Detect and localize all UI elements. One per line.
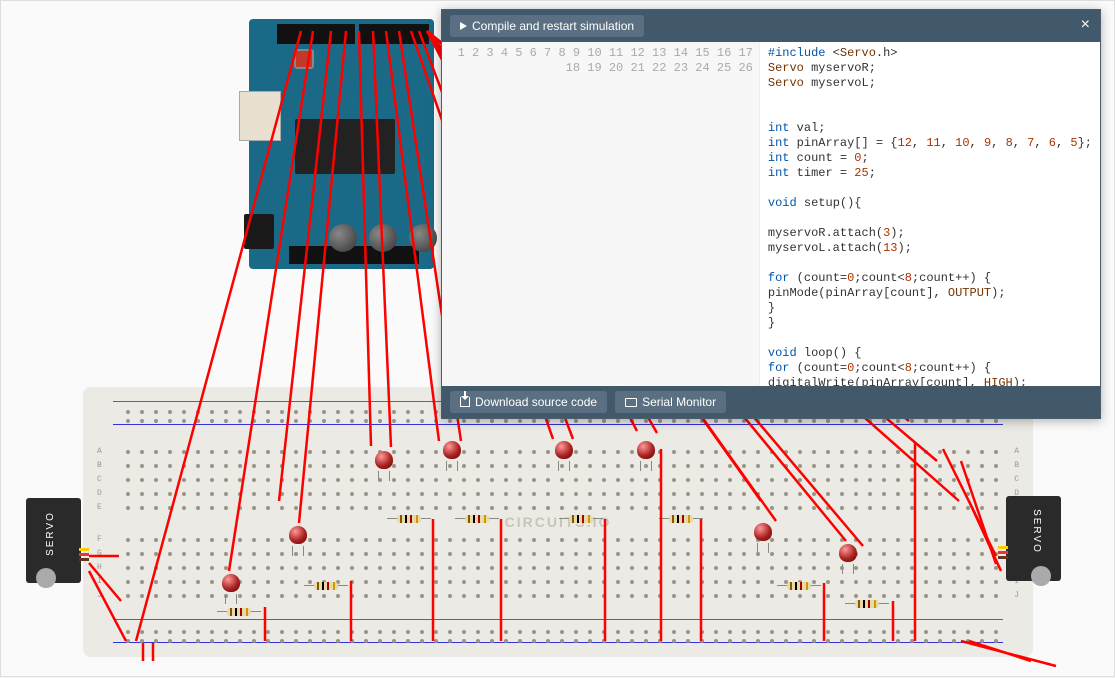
code-area[interactable]: 1 2 3 4 5 6 7 8 9 10 11 12 13 14 15 16 1… bbox=[442, 42, 1100, 386]
servo-right-pins[interactable] bbox=[998, 546, 1008, 559]
led[interactable] bbox=[637, 441, 655, 463]
servo-left[interactable]: SERVO bbox=[26, 498, 81, 583]
compile-button[interactable]: Compile and restart simulation bbox=[450, 15, 644, 37]
monitor-icon bbox=[625, 398, 637, 407]
resistor[interactable] bbox=[457, 514, 497, 524]
row-label: J bbox=[97, 591, 102, 600]
resistor[interactable] bbox=[561, 514, 601, 524]
resistor[interactable] bbox=[847, 599, 887, 609]
servo-left-pins[interactable] bbox=[79, 548, 89, 561]
led[interactable] bbox=[289, 526, 307, 548]
row-label: D bbox=[97, 489, 102, 498]
capacitors bbox=[329, 224, 437, 252]
servo-horn bbox=[1031, 566, 1051, 586]
tie-points-lower[interactable] bbox=[121, 533, 1003, 603]
row-label: F bbox=[97, 535, 102, 544]
atmega-chip bbox=[295, 119, 395, 174]
servo-left-label: SERVO bbox=[45, 511, 56, 556]
download-button[interactable]: Download source code bbox=[450, 391, 607, 413]
servo-right[interactable]: SERVO bbox=[1006, 496, 1061, 581]
simulation-canvas[interactable]: CIRCUITS.IO AABBCCDDEEFFGGHHIIJJ SERVO S… bbox=[0, 0, 1115, 677]
play-icon bbox=[460, 22, 467, 30]
rail-holes-bottom[interactable] bbox=[121, 625, 1003, 643]
led[interactable] bbox=[222, 574, 240, 596]
row-label: A bbox=[97, 447, 102, 456]
resistor[interactable] bbox=[306, 581, 346, 591]
digital-pins-header[interactable] bbox=[359, 24, 429, 44]
resistor[interactable] bbox=[661, 514, 701, 524]
code-editor-panel: Compile and restart simulation × 1 2 3 4… bbox=[441, 9, 1101, 419]
line-gutter: 1 2 3 4 5 6 7 8 9 10 11 12 13 14 15 16 1… bbox=[442, 42, 760, 386]
row-label: G bbox=[97, 549, 102, 558]
compile-button-label: Compile and restart simulation bbox=[472, 19, 634, 33]
led[interactable] bbox=[555, 441, 573, 463]
close-icon[interactable]: × bbox=[1081, 16, 1090, 34]
row-label: B bbox=[97, 461, 102, 470]
led[interactable] bbox=[443, 441, 461, 463]
row-label: I bbox=[97, 577, 102, 586]
download-button-label: Download source code bbox=[475, 395, 597, 409]
reset-button[interactable] bbox=[294, 49, 314, 69]
resistor[interactable] bbox=[219, 607, 259, 617]
digital-pins-header-2[interactable] bbox=[277, 24, 355, 44]
led[interactable] bbox=[375, 451, 393, 473]
arduino-board[interactable] bbox=[249, 19, 434, 269]
row-label: C bbox=[1014, 475, 1019, 484]
led[interactable] bbox=[754, 523, 772, 545]
row-label: H bbox=[97, 563, 102, 572]
row-label: J bbox=[1014, 591, 1019, 600]
usb-port bbox=[239, 91, 281, 141]
serial-monitor-button[interactable]: Serial Monitor bbox=[615, 391, 726, 413]
power-jack bbox=[244, 214, 274, 249]
row-label: B bbox=[1014, 461, 1019, 470]
code-text[interactable]: #include <Servo.h> Servo myservoR; Servo… bbox=[760, 42, 1100, 386]
led[interactable] bbox=[839, 544, 857, 566]
row-label: C bbox=[97, 475, 102, 484]
row-label: E bbox=[97, 503, 102, 512]
serial-button-label: Serial Monitor bbox=[642, 395, 716, 409]
row-label: A bbox=[1014, 447, 1019, 456]
resistor[interactable] bbox=[779, 581, 819, 591]
editor-header: Compile and restart simulation × bbox=[442, 10, 1100, 42]
servo-horn bbox=[36, 568, 56, 588]
servo-right-label: SERVO bbox=[1031, 509, 1042, 554]
editor-footer: Download source code Serial Monitor bbox=[442, 386, 1100, 418]
download-icon bbox=[460, 397, 470, 407]
resistor[interactable] bbox=[389, 514, 429, 524]
